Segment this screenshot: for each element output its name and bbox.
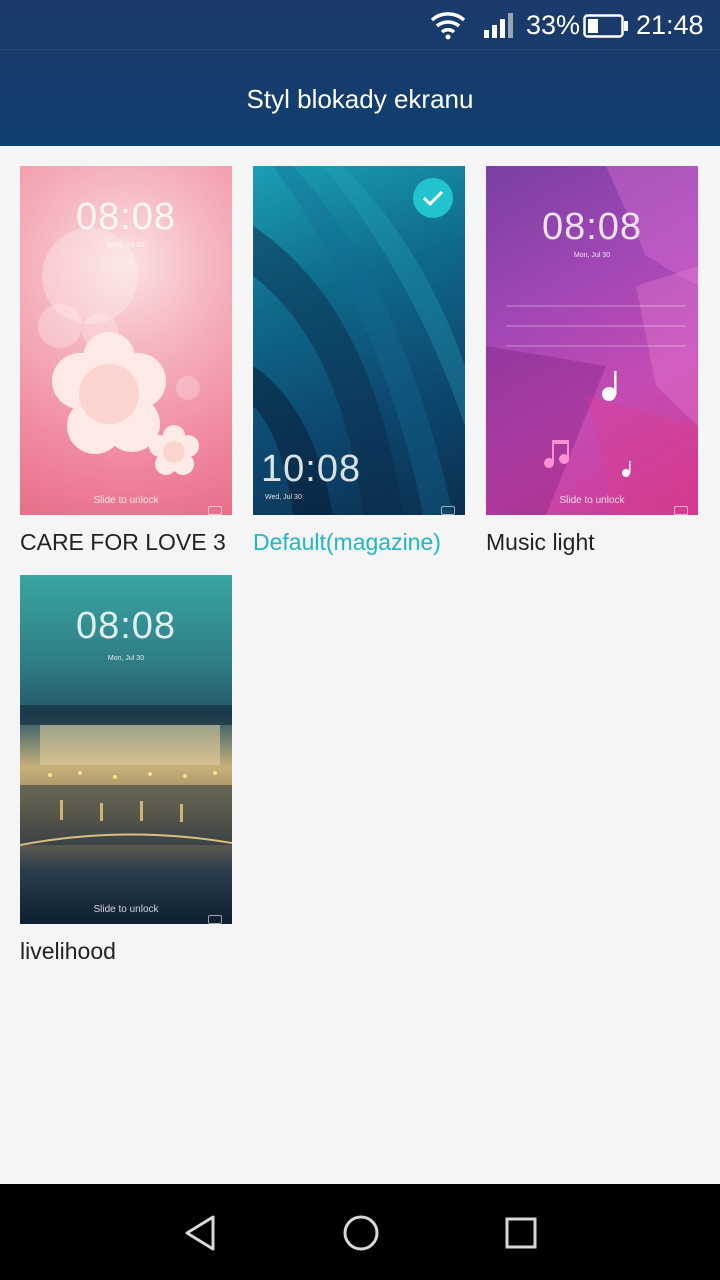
page-title: Styl blokady ekranu xyxy=(246,84,474,114)
theme-preview-image: 08:08 Mon, Jul 30 Slide to unlock xyxy=(486,166,698,515)
camera-icon xyxy=(441,506,455,515)
preview-date: Mon, Jul 30 xyxy=(107,655,145,662)
preview-time: 08:08 xyxy=(75,196,177,238)
preview-hint: Slide to unlock xyxy=(559,495,625,506)
camera-icon xyxy=(208,506,222,515)
recents-icon[interactable] xyxy=(486,1198,556,1268)
preview-time: 08:08 xyxy=(75,605,177,647)
theme-preview-image: 08:08 Mon, Jul 30 Slide to unlock xyxy=(20,166,232,515)
back-icon[interactable] xyxy=(166,1198,236,1268)
signal-icon xyxy=(482,12,516,45)
theme-name: livelihood xyxy=(20,938,116,964)
status-time: 21:48 xyxy=(636,10,704,40)
home-icon[interactable] xyxy=(326,1198,396,1268)
theme-preview-image: 10:08 Wed, Jul 30 xyxy=(253,166,465,515)
preview-hint: Slide to unlock xyxy=(93,904,159,915)
camera-icon xyxy=(208,915,222,924)
status-bar: 33% 21:48 xyxy=(0,0,720,50)
theme-card-default-magazine[interactable]: 10:08 Wed, Jul 30 Default(magazine) xyxy=(253,166,465,556)
wifi-icon xyxy=(430,10,466,45)
theme-card-music-light[interactable]: 08:08 Mon, Jul 30 Slide to unlock Music … xyxy=(486,166,698,556)
theme-card-care-for-love[interactable]: 08:08 Mon, Jul 30 Slide to unlock CARE F… xyxy=(20,166,232,556)
theme-preview-image: 08:08 Mon, Jul 30 Slide to unlock xyxy=(20,575,232,924)
preview-time: 10:08 xyxy=(261,448,362,490)
preview-hint: Slide to unlock xyxy=(93,495,159,506)
theme-name: Music light xyxy=(486,529,595,555)
navigation-bar xyxy=(0,1184,720,1280)
camera-icon xyxy=(674,506,688,515)
theme-name: Default(magazine) xyxy=(253,529,441,555)
preview-time: 08:08 xyxy=(541,206,643,248)
top-bar: 33% 21:48 Styl blokady ekranu xyxy=(0,0,720,146)
battery-percent: 33% xyxy=(526,10,581,40)
preview-date: Wed, Jul 30 xyxy=(265,494,302,501)
battery-icon xyxy=(583,14,629,43)
selected-check-icon xyxy=(413,178,453,218)
preview-date: Mon, Jul 30 xyxy=(573,252,611,259)
theme-name: CARE FOR LOVE 3 xyxy=(20,529,226,555)
theme-card-livelihood[interactable]: 08:08 Mon, Jul 30 Slide to unlock liveli… xyxy=(20,575,232,965)
preview-date: Mon, Jul 30 xyxy=(107,242,145,249)
